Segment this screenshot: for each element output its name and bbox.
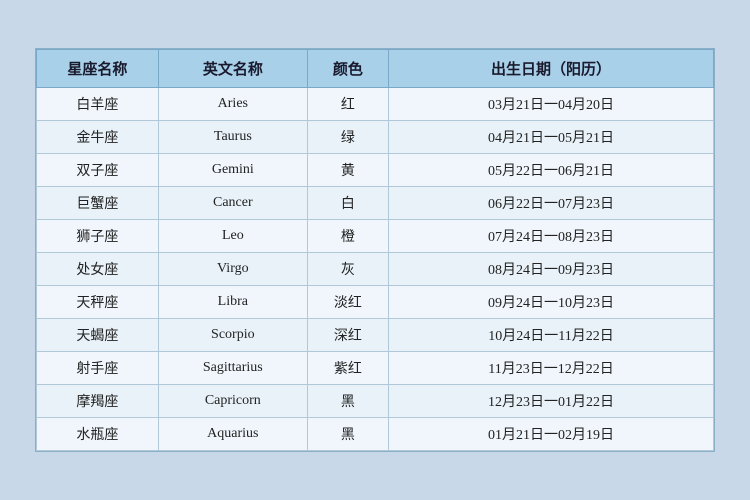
cell-zh: 巨蟹座 xyxy=(37,187,159,220)
header-date: 出生日期（阳历） xyxy=(389,50,714,88)
cell-color: 绿 xyxy=(307,121,388,154)
cell-color: 紫红 xyxy=(307,352,388,385)
table-body: 白羊座Aries红03月21日一04月20日金牛座Taurus绿04月21日一0… xyxy=(37,88,714,451)
header-en-name: 英文名称 xyxy=(158,50,307,88)
cell-date: 04月21日一05月21日 xyxy=(389,121,714,154)
cell-date: 01月21日一02月19日 xyxy=(389,418,714,451)
cell-en: Libra xyxy=(158,286,307,319)
cell-color: 白 xyxy=(307,187,388,220)
table-row: 巨蟹座Cancer白06月22日一07月23日 xyxy=(37,187,714,220)
cell-date: 03月21日一04月20日 xyxy=(389,88,714,121)
table-row: 射手座Sagittarius紫红11月23日一12月22日 xyxy=(37,352,714,385)
cell-en: Leo xyxy=(158,220,307,253)
cell-color: 深红 xyxy=(307,319,388,352)
zodiac-table: 星座名称 英文名称 颜色 出生日期（阳历） 白羊座Aries红03月21日一04… xyxy=(36,49,714,451)
cell-date: 12月23日一01月22日 xyxy=(389,385,714,418)
table-row: 天蝎座Scorpio深红10月24日一11月22日 xyxy=(37,319,714,352)
cell-zh: 双子座 xyxy=(37,154,159,187)
cell-en: Aquarius xyxy=(158,418,307,451)
table-row: 双子座Gemini黄05月22日一06月21日 xyxy=(37,154,714,187)
cell-date: 09月24日一10月23日 xyxy=(389,286,714,319)
table-row: 摩羯座Capricorn黑12月23日一01月22日 xyxy=(37,385,714,418)
cell-date: 11月23日一12月22日 xyxy=(389,352,714,385)
cell-zh: 狮子座 xyxy=(37,220,159,253)
cell-color: 灰 xyxy=(307,253,388,286)
cell-date: 08月24日一09月23日 xyxy=(389,253,714,286)
cell-zh: 摩羯座 xyxy=(37,385,159,418)
cell-zh: 天秤座 xyxy=(37,286,159,319)
cell-color: 黑 xyxy=(307,385,388,418)
cell-zh: 白羊座 xyxy=(37,88,159,121)
cell-en: Sagittarius xyxy=(158,352,307,385)
cell-en: Scorpio xyxy=(158,319,307,352)
cell-color: 橙 xyxy=(307,220,388,253)
cell-color: 黑 xyxy=(307,418,388,451)
cell-date: 10月24日一11月22日 xyxy=(389,319,714,352)
table-header-row: 星座名称 英文名称 颜色 出生日期（阳历） xyxy=(37,50,714,88)
header-color: 颜色 xyxy=(307,50,388,88)
zodiac-table-container: 星座名称 英文名称 颜色 出生日期（阳历） 白羊座Aries红03月21日一04… xyxy=(35,48,715,452)
cell-color: 黄 xyxy=(307,154,388,187)
cell-date: 06月22日一07月23日 xyxy=(389,187,714,220)
cell-date: 07月24日一08月23日 xyxy=(389,220,714,253)
cell-en: Taurus xyxy=(158,121,307,154)
cell-zh: 射手座 xyxy=(37,352,159,385)
cell-en: Cancer xyxy=(158,187,307,220)
cell-zh: 天蝎座 xyxy=(37,319,159,352)
table-row: 处女座Virgo灰08月24日一09月23日 xyxy=(37,253,714,286)
header-zh-name: 星座名称 xyxy=(37,50,159,88)
cell-en: Gemini xyxy=(158,154,307,187)
table-row: 狮子座Leo橙07月24日一08月23日 xyxy=(37,220,714,253)
cell-color: 红 xyxy=(307,88,388,121)
cell-en: Capricorn xyxy=(158,385,307,418)
cell-zh: 处女座 xyxy=(37,253,159,286)
cell-zh: 水瓶座 xyxy=(37,418,159,451)
table-row: 天秤座Libra淡红09月24日一10月23日 xyxy=(37,286,714,319)
table-row: 白羊座Aries红03月21日一04月20日 xyxy=(37,88,714,121)
cell-en: Aries xyxy=(158,88,307,121)
table-row: 金牛座Taurus绿04月21日一05月21日 xyxy=(37,121,714,154)
cell-color: 淡红 xyxy=(307,286,388,319)
cell-date: 05月22日一06月21日 xyxy=(389,154,714,187)
cell-en: Virgo xyxy=(158,253,307,286)
table-row: 水瓶座Aquarius黑01月21日一02月19日 xyxy=(37,418,714,451)
cell-zh: 金牛座 xyxy=(37,121,159,154)
